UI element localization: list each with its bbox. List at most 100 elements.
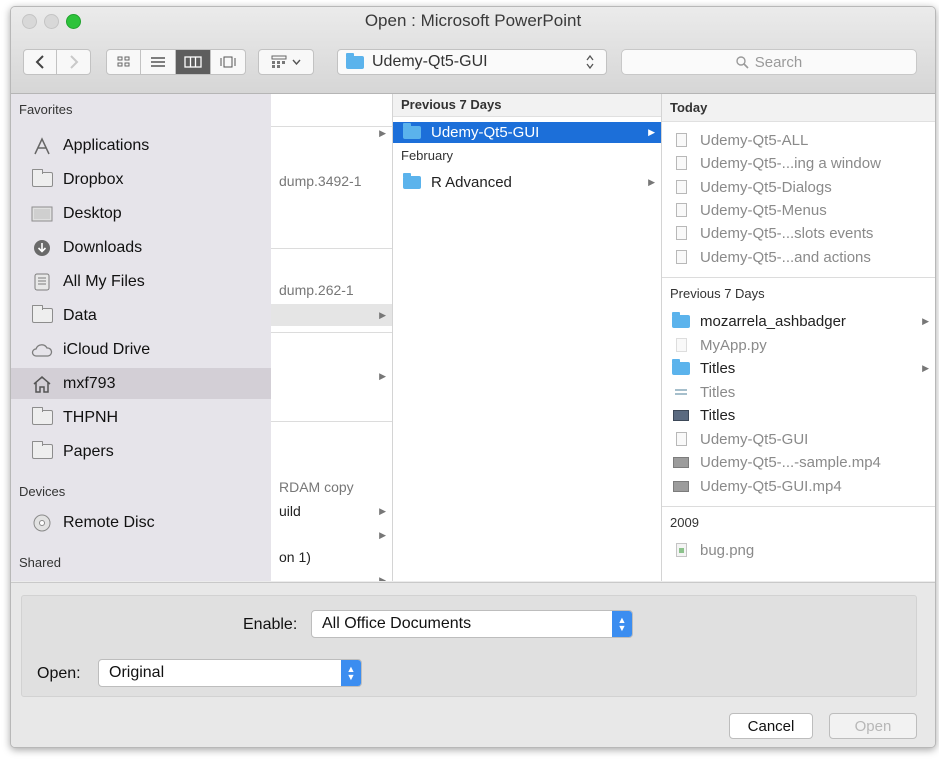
document-icon: [672, 156, 690, 170]
list-view-button[interactable]: [141, 49, 176, 75]
item-label: Udemy-Qt5-GUI: [431, 124, 540, 141]
desktop-icon: [31, 205, 53, 223]
sidebar-item-label: Remote Disc: [63, 513, 155, 531]
file-name-fragment[interactable]: on 1): [279, 549, 311, 565]
all-files-icon: [31, 273, 53, 291]
sidebar-item-all-my-files[interactable]: All My Files: [11, 266, 271, 297]
column-view-button[interactable]: [176, 49, 211, 75]
search-placeholder: Search: [754, 53, 803, 71]
sidebar-item-mxf793[interactable]: mxf793: [11, 368, 271, 399]
file-name-fragment[interactable]: uild: [279, 503, 301, 519]
item-label: Udemy-Qt5-Dialogs: [700, 178, 832, 196]
list-view-icon: [151, 57, 165, 67]
view-mode-control: [106, 49, 246, 75]
document-icon: [672, 203, 690, 217]
shared-header: Shared: [19, 555, 61, 570]
list-item[interactable]: Titles ▶: [662, 357, 935, 379]
window-title: Open : Microsoft PowerPoint: [364, 11, 582, 30]
section-header-2009: 2009: [670, 515, 699, 530]
file-name-fragment[interactable]: dump.262-1: [279, 282, 354, 298]
document-icon: [672, 432, 690, 446]
sidebar-item-applications[interactable]: Applications: [11, 130, 271, 161]
list-item[interactable]: Udemy-Qt5-...slots events: [662, 222, 935, 244]
list-item[interactable]: Udemy-Qt5-GUI.mp4: [662, 475, 935, 497]
item-label: Udemy-Qt5-GUI.mp4: [700, 477, 842, 495]
arrange-button[interactable]: [258, 49, 314, 75]
document-icon: [672, 133, 690, 147]
home-icon: [31, 375, 53, 393]
icon-view-icon: [117, 56, 129, 67]
divider: [271, 248, 392, 249]
folder-icon: [31, 169, 53, 189]
sidebar-item-thpnh[interactable]: THPNH: [11, 402, 271, 433]
list-item[interactable]: Titles: [662, 381, 935, 403]
open-mode-popup[interactable]: Original ▲ ▼: [98, 659, 362, 687]
path-popup[interactable]: Udemy-Qt5-GUI: [337, 49, 607, 75]
list-item[interactable]: Udemy-Qt5-Dialogs: [662, 176, 935, 198]
document-icon: [672, 226, 690, 240]
applications-icon: [31, 136, 53, 155]
list-item[interactable]: Udemy-Qt5-...ing a window: [662, 152, 935, 174]
cover-flow-view-button[interactable]: [211, 49, 246, 75]
sidebar-item-label: Desktop: [63, 204, 122, 222]
cancel-button[interactable]: Cancel: [729, 713, 813, 739]
item-label: Udemy-Qt5-...-sample.mp4: [700, 453, 881, 471]
list-item-r-advanced[interactable]: R Advanced ▶: [393, 171, 661, 193]
title-bar: Open : Microsoft PowerPoint Udemy-Qt5-GU…: [11, 7, 935, 94]
browser-column-3: Today Udemy-Qt5-ALL Udemy-Qt5-...ing a w…: [662, 94, 935, 581]
icon-view-button[interactable]: [106, 49, 141, 75]
forward-button[interactable]: [57, 49, 91, 75]
list-item[interactable]: Udemy-Qt5-...-sample.mp4: [662, 451, 935, 473]
disclosure-arrow-icon: ▶: [379, 506, 386, 516]
sidebar-item-dropbox[interactable]: Dropbox: [11, 164, 271, 195]
folder-icon: [31, 441, 53, 461]
document-icon: [672, 180, 690, 194]
image-file-icon: [672, 543, 690, 557]
item-label: Udemy-Qt5-...and actions: [700, 248, 871, 266]
list-item[interactable]: Udemy-Qt5-...and actions: [662, 246, 935, 268]
back-button[interactable]: [23, 49, 57, 75]
file-name-fragment[interactable]: RDAM copy: [279, 479, 354, 495]
up-down-chevron-icon: [586, 55, 594, 69]
sidebar-item-icloud-drive[interactable]: iCloud Drive: [11, 334, 271, 365]
sidebar-item-downloads[interactable]: Downloads: [11, 232, 271, 263]
divider: [271, 421, 392, 422]
list-item[interactable]: Udemy-Qt5-GUI: [662, 428, 935, 450]
search-field[interactable]: Search: [621, 49, 917, 75]
enable-value: All Office Documents: [322, 615, 472, 632]
sidebar-item-desktop[interactable]: Desktop: [11, 198, 271, 229]
item-label: Udemy-Qt5-ALL: [700, 131, 809, 149]
options-panel: Enable: All Office Documents ▲ ▼ Open: Or…: [21, 595, 917, 697]
folder-icon: [31, 305, 53, 325]
list-item[interactable]: Udemy-Qt5-ALL: [662, 129, 935, 151]
disclosure-arrow-icon: ▶: [379, 128, 386, 138]
enable-popup[interactable]: All Office Documents ▲ ▼: [311, 610, 633, 638]
list-item[interactable]: ▶: [271, 304, 392, 326]
sidebar-item-remote-disc[interactable]: Remote Disc: [11, 507, 271, 538]
divider: [271, 126, 392, 127]
list-item[interactable]: mozarrela_ashbadger ▶: [662, 310, 935, 332]
file-name-fragment[interactable]: dump.3492-1: [279, 173, 362, 189]
list-item-udemy-qt5-gui[interactable]: Udemy-Qt5-GUI ▶: [393, 122, 661, 143]
cover-flow-icon: [220, 56, 236, 68]
list-item[interactable]: Udemy-Qt5-Menus: [662, 199, 935, 221]
folder-icon: [403, 123, 421, 140]
column-view-icon: [184, 56, 202, 68]
disclosure-arrow-icon: ▶: [379, 309, 386, 320]
sidebar-item-data[interactable]: Data: [11, 300, 271, 331]
disclosure-arrow-icon: ▶: [648, 127, 655, 137]
back-forward-control: [23, 49, 91, 75]
sidebar-item-label: Data: [63, 306, 97, 324]
open-button[interactable]: Open: [829, 713, 917, 739]
list-item[interactable]: MyApp.py: [662, 334, 935, 356]
chevron-down-icon: [292, 59, 301, 65]
disclosure-arrow-icon: ▶: [922, 362, 929, 373]
path-popup-label: Udemy-Qt5-GUI: [372, 53, 488, 70]
arrange-grid-icon: [271, 55, 287, 68]
open-dialog-window: Open : Microsoft PowerPoint Udemy-Qt5-GU…: [10, 6, 936, 748]
sidebar-item-label: All My Files: [63, 272, 145, 290]
list-item[interactable]: bug.png: [662, 539, 935, 561]
list-item[interactable]: Titles: [662, 404, 935, 426]
disclosure-arrow-icon: ▶: [379, 371, 386, 381]
sidebar-item-papers[interactable]: Papers: [11, 436, 271, 467]
